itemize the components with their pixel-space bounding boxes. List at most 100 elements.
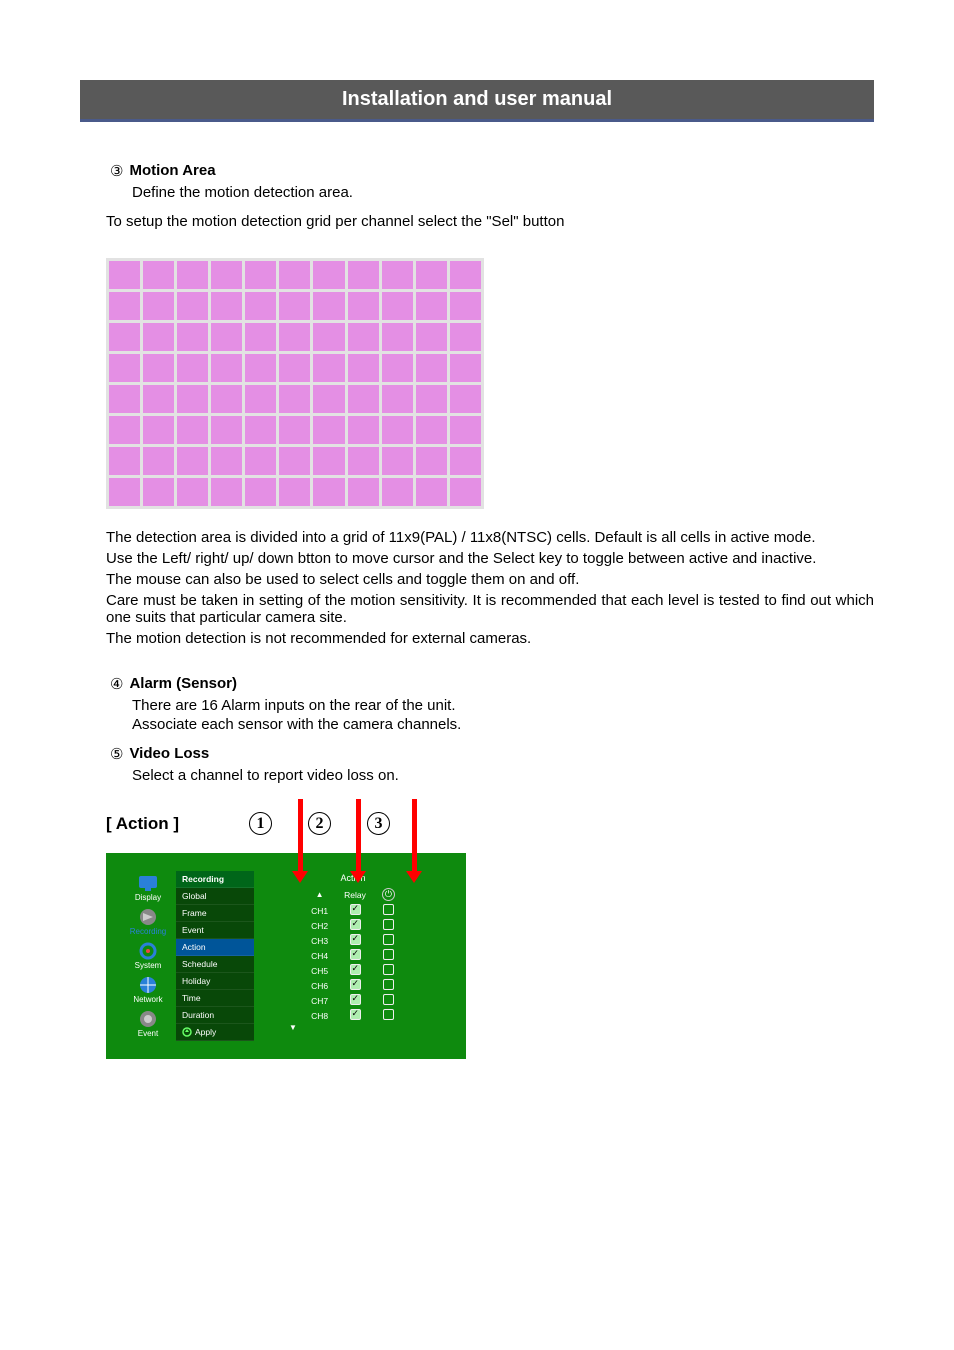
motion-grid-cell[interactable] [278,384,312,415]
motion-grid-cell[interactable] [312,384,346,415]
motion-grid-cell[interactable] [414,384,448,415]
motion-grid-cell[interactable] [346,291,380,322]
motion-grid-cell[interactable] [312,291,346,322]
motion-grid-cell[interactable] [210,260,244,291]
sidebar-item-display[interactable]: Display [135,874,161,902]
motion-grid-cell[interactable] [414,353,448,384]
motion-grid-cell[interactable] [414,291,448,322]
submenu-time[interactable]: Time [176,990,254,1007]
motion-grid-cell[interactable] [142,353,176,384]
motion-grid-cell[interactable] [312,322,346,353]
motion-grid-cell[interactable] [278,291,312,322]
sidebar-item-network[interactable]: Network [133,976,162,1004]
extra-checkbox[interactable] [383,1009,394,1020]
motion-grid-cell[interactable] [108,384,142,415]
motion-grid-cell[interactable] [278,446,312,477]
motion-grid-cell[interactable] [278,260,312,291]
submenu-event[interactable]: Event [176,922,254,939]
motion-grid-cell[interactable] [278,353,312,384]
motion-grid-cell[interactable] [244,322,278,353]
motion-grid-cell[interactable] [312,260,346,291]
motion-grid-cell[interactable] [142,322,176,353]
motion-grid-cell[interactable] [448,260,482,291]
motion-grid-cell[interactable] [176,446,210,477]
motion-grid-cell[interactable] [278,415,312,446]
motion-grid-cell[interactable] [448,291,482,322]
extra-checkbox[interactable] [383,964,394,975]
power-icon[interactable]: ⏻ [382,888,395,901]
motion-grid-cell[interactable] [244,415,278,446]
motion-grid-cell[interactable] [380,353,414,384]
motion-grid-cell[interactable] [312,353,346,384]
extra-checkbox[interactable] [383,994,394,1005]
relay-checkbox[interactable] [350,934,361,945]
submenu-schedule[interactable]: Schedule [176,956,254,973]
scroll-down-icon[interactable]: ▼ [148,1023,438,1032]
motion-grid-cell[interactable] [142,415,176,446]
relay-checkbox[interactable] [350,964,361,975]
submenu-tab-recording[interactable]: Recording [176,871,254,888]
motion-grid-cell[interactable] [380,446,414,477]
motion-grid-cell[interactable] [176,260,210,291]
submenu-holiday[interactable]: Holiday [176,973,254,990]
motion-grid-cell[interactable] [448,477,482,508]
motion-grid-cell[interactable] [176,477,210,508]
motion-grid-cell[interactable] [278,477,312,508]
sidebar-item-system[interactable]: System [135,942,162,970]
motion-grid-cell[interactable] [448,322,482,353]
extra-checkbox[interactable] [383,979,394,990]
motion-grid-cell[interactable] [346,322,380,353]
motion-grid-cell[interactable] [346,415,380,446]
motion-grid-cell[interactable] [108,353,142,384]
motion-grid-cell[interactable] [448,353,482,384]
motion-grid-cell[interactable] [244,446,278,477]
motion-grid-cell[interactable] [244,260,278,291]
motion-grid-cell[interactable] [380,291,414,322]
motion-grid-cell[interactable] [448,415,482,446]
motion-grid-cell[interactable] [108,415,142,446]
motion-grid-cell[interactable] [176,353,210,384]
motion-grid-cell[interactable] [244,353,278,384]
motion-grid-cell[interactable] [346,446,380,477]
motion-grid-cell[interactable] [108,477,142,508]
motion-grid-cell[interactable] [176,415,210,446]
motion-grid-cell[interactable] [108,291,142,322]
motion-grid-cell[interactable] [414,260,448,291]
motion-grid-cell[interactable] [142,291,176,322]
motion-grid-cell[interactable] [210,291,244,322]
motion-grid-cell[interactable] [244,291,278,322]
motion-grid-cell[interactable] [210,446,244,477]
motion-grid[interactable] [106,258,484,509]
extra-checkbox[interactable] [383,949,394,960]
motion-grid-cell[interactable] [380,322,414,353]
motion-grid-cell[interactable] [176,322,210,353]
scroll-up-icon[interactable]: ▲ [311,890,328,899]
motion-grid-cell[interactable] [380,384,414,415]
motion-grid-cell[interactable] [312,477,346,508]
motion-grid-cell[interactable] [108,260,142,291]
motion-grid-cell[interactable] [142,446,176,477]
extra-checkbox[interactable] [383,919,394,930]
motion-grid-cell[interactable] [210,415,244,446]
motion-grid-cell[interactable] [108,446,142,477]
motion-grid-cell[interactable] [176,291,210,322]
submenu-global[interactable]: Global [176,888,254,905]
motion-grid-cell[interactable] [142,384,176,415]
motion-grid-cell[interactable] [210,384,244,415]
relay-checkbox[interactable] [350,994,361,1005]
motion-grid-cell[interactable] [346,477,380,508]
motion-grid-cell[interactable] [312,415,346,446]
motion-grid-cell[interactable] [346,260,380,291]
motion-grid-cell[interactable] [142,477,176,508]
motion-grid-cell[interactable] [244,384,278,415]
motion-grid-cell[interactable] [414,322,448,353]
motion-grid-cell[interactable] [380,260,414,291]
motion-grid-cell[interactable] [142,260,176,291]
submenu-duration[interactable]: Duration [176,1007,254,1024]
submenu-frame[interactable]: Frame [176,905,254,922]
sidebar-item-recording[interactable]: Recording [130,908,166,936]
motion-grid-cell[interactable] [414,415,448,446]
motion-grid-cell[interactable] [210,322,244,353]
motion-grid-cell[interactable] [244,477,278,508]
motion-grid-cell[interactable] [380,415,414,446]
